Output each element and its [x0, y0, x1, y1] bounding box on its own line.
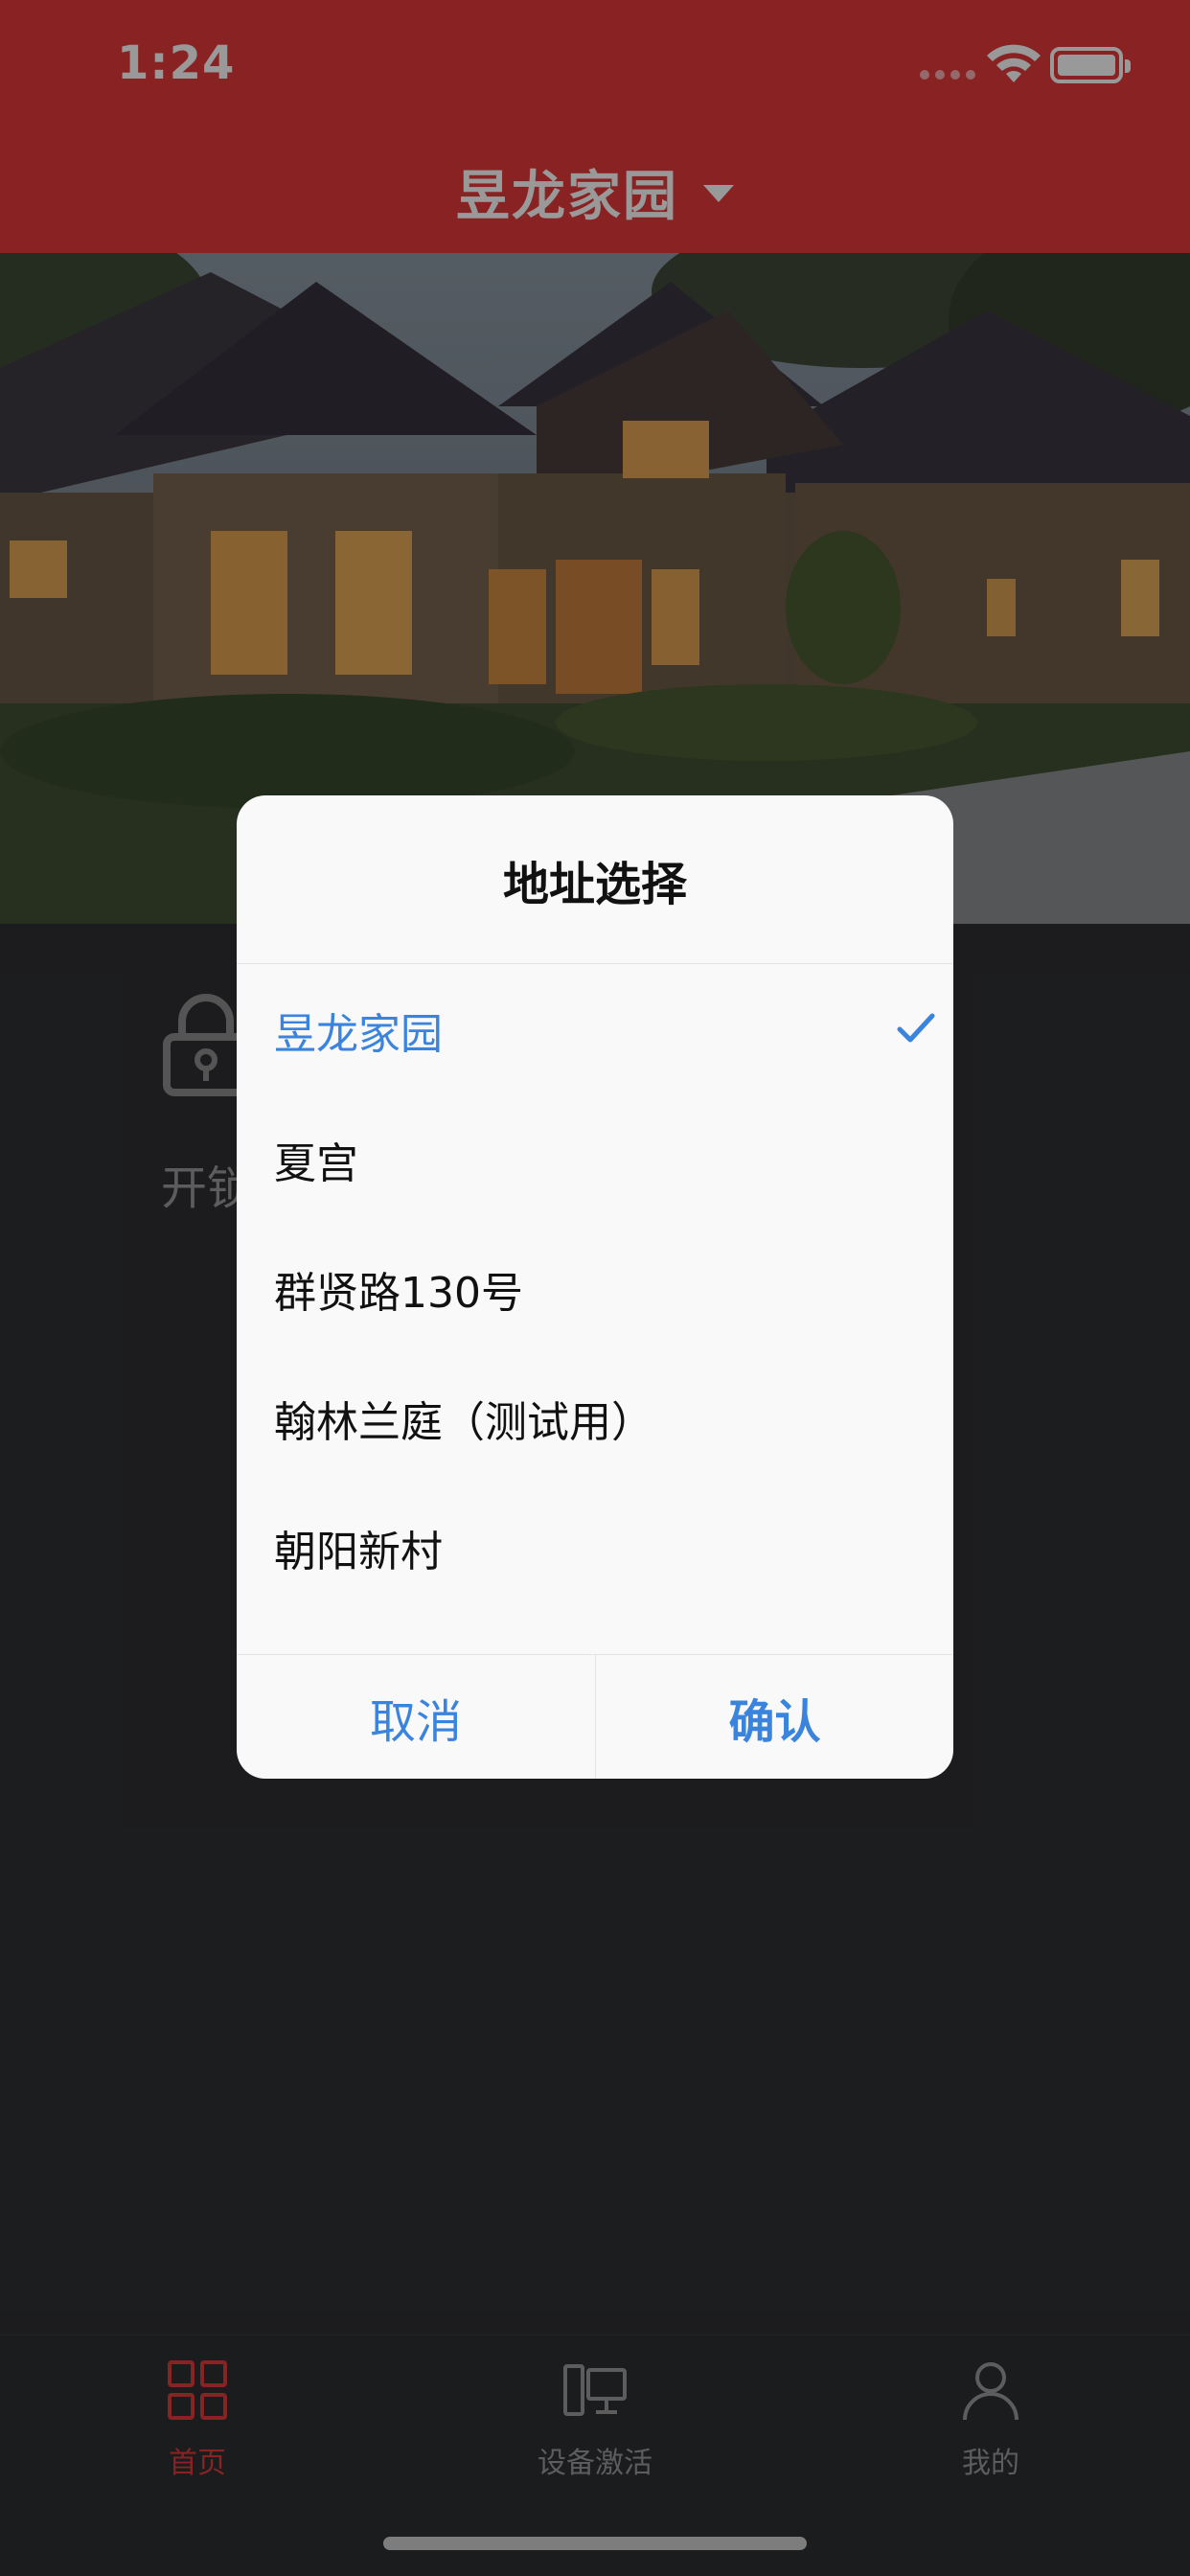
address-option-label: 翰林兰庭（测试用）: [274, 1398, 653, 1447]
address-option-label: 朝阳新村: [274, 1528, 443, 1576]
confirm-button[interactable]: 确认: [595, 1655, 953, 1779]
checkmark-icon: [897, 1013, 935, 1043]
address-option-4[interactable]: 朝阳新村: [274, 1505, 935, 1591]
address-option-3[interactable]: 翰林兰庭（测试用）: [274, 1375, 935, 1461]
app-screen: 1:24 昱龙家园 开锁 首页 设备激活 我的 地址选择 昱龙家园 夏宫 群贤路…: [0, 0, 1190, 2576]
address-picker-dialog: 地址选择 昱龙家园 夏宫 群贤路130号 翰林兰庭（测试用） 朝阳新村 取消 确…: [237, 795, 953, 1779]
address-option-2[interactable]: 群贤路130号: [274, 1246, 935, 1332]
address-option-label: 昱龙家园: [274, 1010, 443, 1059]
address-option-label: 夏宫: [274, 1139, 358, 1188]
address-option-label: 群贤路130号: [274, 1269, 523, 1318]
cancel-button[interactable]: 取消: [237, 1655, 595, 1779]
address-option-1[interactable]: 夏宫: [274, 1116, 935, 1203]
address-option-0[interactable]: 昱龙家园: [274, 987, 935, 1073]
dialog-title: 地址选择: [237, 795, 953, 964]
